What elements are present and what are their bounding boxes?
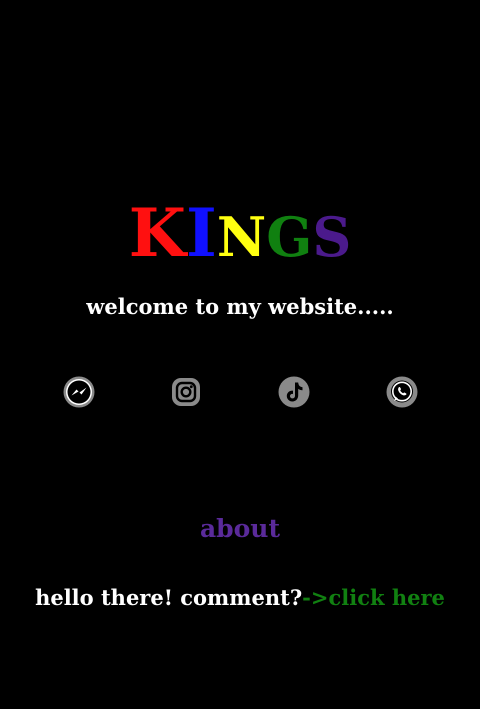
site-logo: KINGS <box>0 200 480 266</box>
comment-line: hello there! comment?->click here <box>0 585 480 610</box>
logo-letter-s: S <box>312 205 352 269</box>
messenger-icon[interactable] <box>63 376 95 408</box>
instagram-icon[interactable] <box>170 376 202 408</box>
comment-arrow[interactable]: -> <box>302 585 328 610</box>
logo-letter-g: G <box>266 205 313 269</box>
tiktok-icon[interactable] <box>278 376 310 408</box>
whatsapp-icon[interactable] <box>386 376 418 408</box>
comment-link[interactable]: click here <box>328 585 444 610</box>
comment-prompt: hello there! comment? <box>35 585 303 610</box>
logo-letter-i: I <box>186 194 217 272</box>
welcome-text: welcome to my website..... <box>86 294 394 319</box>
about-link[interactable]: about <box>0 514 480 543</box>
logo-letter-n: N <box>216 205 267 269</box>
logo-letter-k: K <box>128 194 186 272</box>
social-links <box>0 376 480 408</box>
